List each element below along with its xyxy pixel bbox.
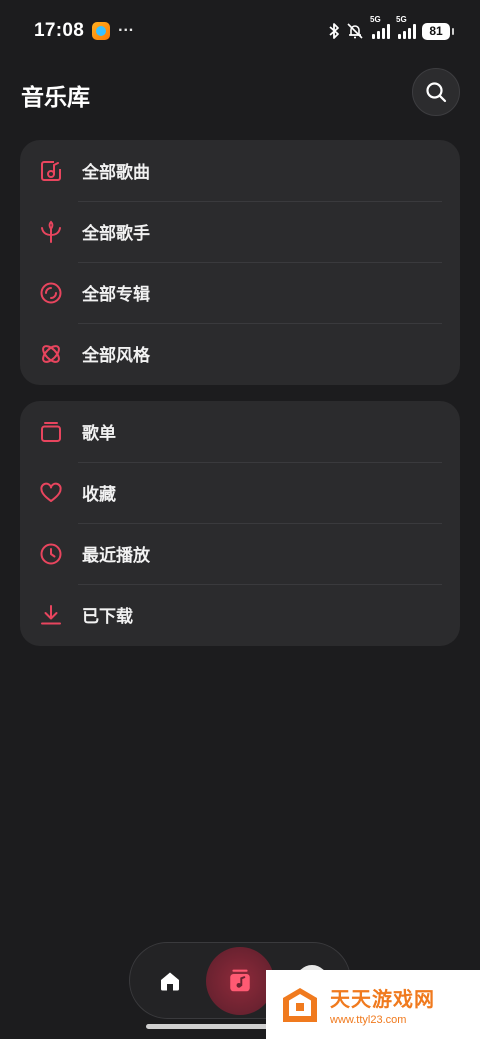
heart-icon (40, 482, 62, 502)
status-bar: 17:08 ··· 5G 5G 81 (0, 0, 480, 62)
library-icon (230, 969, 250, 992)
list-item-all-genres[interactable]: 全部风格 (20, 323, 460, 384)
app-notification-icon (92, 22, 111, 40)
home-icon (161, 972, 179, 991)
search-icon (426, 82, 447, 103)
list-item-label: 全部歌手 (82, 224, 150, 244)
playlist-icon (41, 421, 61, 442)
list-item-label: 已下载 (82, 607, 133, 627)
list-item-label: 全部歌曲 (82, 163, 150, 183)
music-box-icon (41, 160, 61, 181)
watermark-url: www.ttyl23.com (330, 1014, 407, 1026)
list-item-downloaded[interactable]: 已下载 (20, 584, 460, 645)
list-item-label: 全部风格 (82, 346, 150, 366)
status-indicators: 5G 5G 81 (328, 15, 454, 40)
list-item-all-albums[interactable]: 全部专辑 (20, 262, 460, 323)
list-item-label: 全部专辑 (82, 285, 150, 305)
list-item-label: 收藏 (82, 485, 116, 505)
singer-icon (41, 220, 61, 243)
signal-icon: 5G (370, 15, 390, 39)
list-item-recent[interactable]: 最近播放 (20, 523, 460, 584)
list-item-label: 歌单 (82, 424, 116, 444)
list-item-playlists[interactable]: 歌单 (20, 401, 460, 462)
list-item-all-artists[interactable]: 全部歌手 (20, 201, 460, 262)
list-item-all-songs[interactable]: 全部歌曲 (20, 140, 460, 201)
more-notifications-icon: ··· (118, 22, 135, 39)
list-item-favorites[interactable]: 收藏 (20, 462, 460, 523)
list-item-label: 最近播放 (82, 546, 150, 566)
download-icon (41, 604, 61, 624)
watermark-name: 天天游戏网 (330, 987, 435, 1011)
watermark-logo-icon (283, 987, 317, 1022)
battery-icon: 81 (422, 22, 454, 40)
mute-bell-icon (347, 23, 363, 39)
signal-icon-2: 5G (396, 15, 416, 39)
library-card: 全部歌曲 全部歌手 全部专辑 全部风格 (20, 140, 460, 385)
genre-atom-icon (42, 344, 60, 363)
personal-card: 歌单 收藏 最近播放 已下载 (20, 401, 460, 646)
page-title: 音乐库 (21, 85, 90, 111)
watermark: 天天游戏网 www.ttyl23.com (266, 970, 480, 1039)
nav-home-button[interactable] (150, 961, 190, 1001)
album-disc-icon (40, 282, 62, 303)
bluetooth-icon (329, 23, 339, 39)
clock-icon (40, 543, 62, 564)
search-button[interactable] (412, 68, 460, 116)
status-time: 17:08 (34, 20, 85, 41)
nav-library-button[interactable] (206, 947, 274, 1015)
